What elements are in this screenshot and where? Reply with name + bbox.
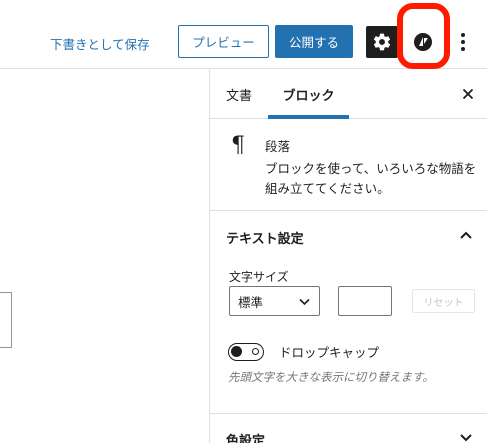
publish-button[interactable]: 公開する (275, 25, 353, 58)
tab-block[interactable]: ブロック (268, 69, 349, 119)
sidebar-tabs: 文書 ブロック (210, 69, 487, 119)
paragraph-icon: ¶ (231, 133, 245, 158)
tab-document[interactable]: 文書 (226, 69, 252, 119)
block-card: ¶ 段落 ブロックを使って、いろいろな物語を組み立ててください。 (210, 119, 487, 211)
preview-button[interactable]: プレビュー (178, 25, 269, 58)
chevron-down-icon[interactable] (459, 433, 473, 443)
block-placeholder[interactable] (0, 292, 12, 348)
reset-button[interactable]: リセット (412, 289, 475, 313)
text-settings-panel: テキスト設定 文字サイズ 標準 リセット ドロップキャップ 先頭文字を大きな表示… (210, 211, 487, 414)
chevron-up-icon[interactable] (459, 230, 473, 240)
font-size-label: 文字サイズ (229, 270, 289, 284)
editor-canvas[interactable] (0, 69, 209, 443)
chevron-down-icon (299, 298, 310, 306)
settings-button[interactable] (366, 26, 398, 58)
editor-toolbar: 下書きとして保存 プレビュー 公開する (0, 0, 487, 69)
block-description: ブロックを使って、いろいろな物語を組み立ててください。 (265, 161, 477, 196)
highlight-annotation (397, 3, 450, 69)
close-icon[interactable] (460, 86, 476, 102)
custom-font-size-input[interactable] (338, 286, 392, 316)
font-size-value: 標準 (238, 294, 264, 310)
block-title: 段落 (265, 139, 291, 154)
color-settings-title[interactable]: 色設定 (226, 430, 265, 443)
more-dots-icon (461, 33, 465, 37)
gear-icon (373, 33, 391, 51)
save-draft-button[interactable]: 下書きとして保存 (50, 34, 150, 53)
font-size-select[interactable]: 標準 (229, 286, 320, 316)
drop-cap-toggle[interactable] (228, 343, 264, 361)
more-options-button[interactable] (455, 28, 471, 56)
text-settings-title[interactable]: テキスト設定 (226, 228, 304, 247)
drop-cap-label[interactable]: ドロップキャップ (279, 342, 379, 361)
settings-sidebar: 文書 ブロック ¶ 段落 ブロックを使って、いろいろな物語を組み立ててください。… (209, 69, 487, 443)
color-settings-panel: 色設定 (210, 414, 487, 443)
drop-cap-help: 先頭文字を大きな表示に切り替えます。 (228, 370, 434, 384)
